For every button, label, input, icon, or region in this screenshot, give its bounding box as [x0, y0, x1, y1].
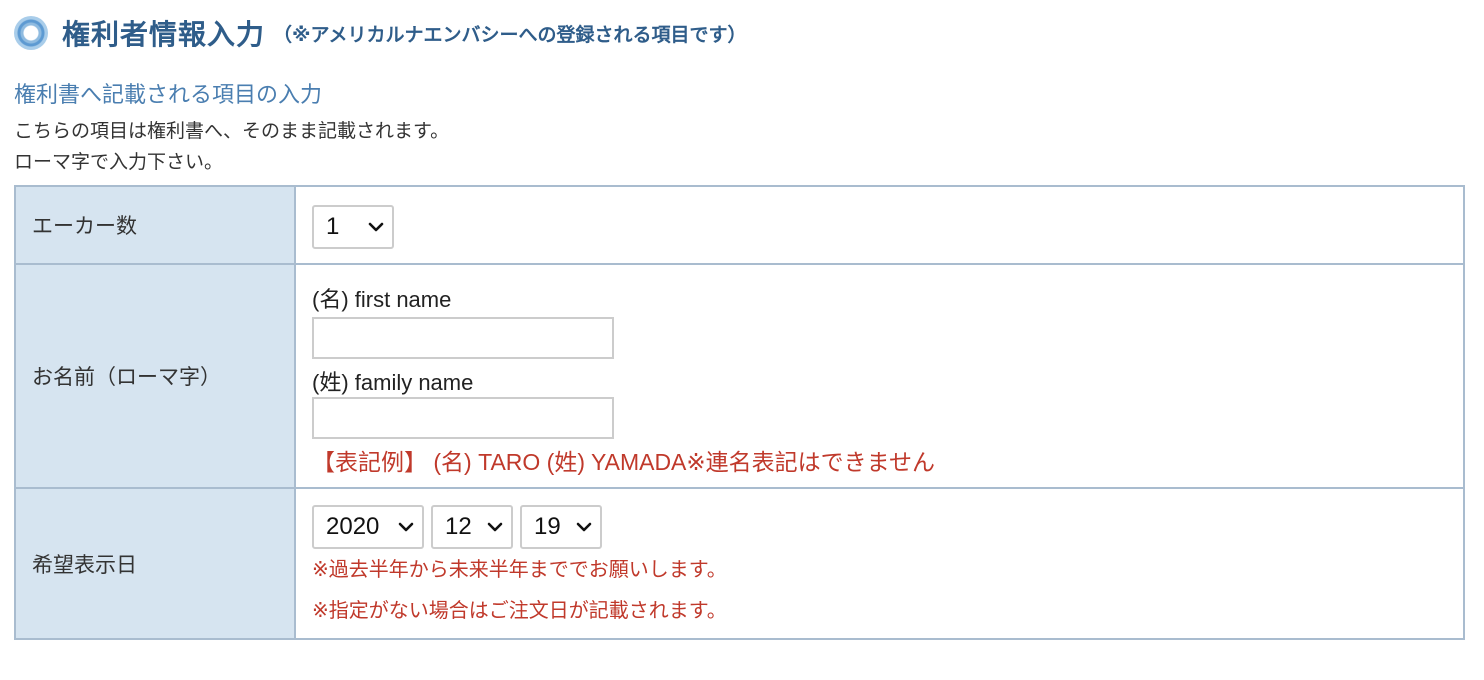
date-range-note: ※過去半年から未来半年まででお願いします。 [312, 557, 727, 581]
acres-cell: 1 [294, 185, 1465, 265]
family-name-input[interactable] [312, 397, 614, 439]
description-line-1: こちらの項目は権利書へ、そのまま記載されます。 [14, 120, 450, 142]
month-select[interactable]: 12 [431, 505, 513, 549]
day-select-value: 19 [534, 513, 561, 540]
first-name-label: (名) first name [312, 287, 452, 312]
display-date-row: 希望表示日 2020 12 19 ※過去半年から未来半年まででお願いします。 ※… [14, 487, 1465, 640]
section-header: 権利者情報入力 （※アメリカルナエンバシーへの登録される項目です） [14, 8, 747, 58]
chevron-down-icon [487, 522, 503, 532]
name-label: お名前（ローマ字） [14, 263, 296, 489]
acres-row: エーカー数 1 [14, 185, 1465, 265]
page-title-note: （※アメリカルナエンバシーへの登録される項目です） [273, 23, 747, 46]
family-name-label: (姓) family name [312, 370, 474, 395]
display-date-cell: 2020 12 19 ※過去半年から未来半年まででお願いします。 ※指定がない場… [294, 487, 1465, 640]
year-select-value: 2020 [326, 513, 380, 540]
circle-bullet-icon [14, 16, 48, 50]
name-row: お名前（ローマ字） (名) first name (姓) family name… [14, 263, 1465, 489]
name-example-note: 【表記例】 (名) TARO (姓) YAMADA※連名表記はできません [312, 449, 935, 475]
acres-select[interactable]: 1 [312, 205, 394, 249]
name-cell: (名) first name (姓) family name 【表記例】 (名)… [294, 263, 1465, 489]
day-select[interactable]: 19 [520, 505, 602, 549]
chevron-down-icon [398, 522, 414, 532]
month-select-value: 12 [445, 513, 472, 540]
acres-label: エーカー数 [14, 185, 296, 265]
section-subheading: 権利書へ記載される項目の入力 [14, 83, 323, 108]
chevron-down-icon [368, 222, 384, 232]
year-select[interactable]: 2020 [312, 505, 424, 549]
first-name-input[interactable] [312, 317, 614, 359]
acres-select-value: 1 [326, 213, 340, 240]
page-title: 権利者情報入力 [62, 18, 266, 51]
description-line-2: ローマ字で入力下さい。 [14, 151, 224, 173]
chevron-down-icon [576, 522, 592, 532]
display-date-label: 希望表示日 [14, 487, 296, 640]
rights-holder-form-table: エーカー数 1 お名前（ローマ字） (名) first name (姓) fam… [14, 185, 1465, 640]
date-default-note: ※指定がない場合はご注文日が記載されます。 [312, 598, 727, 622]
